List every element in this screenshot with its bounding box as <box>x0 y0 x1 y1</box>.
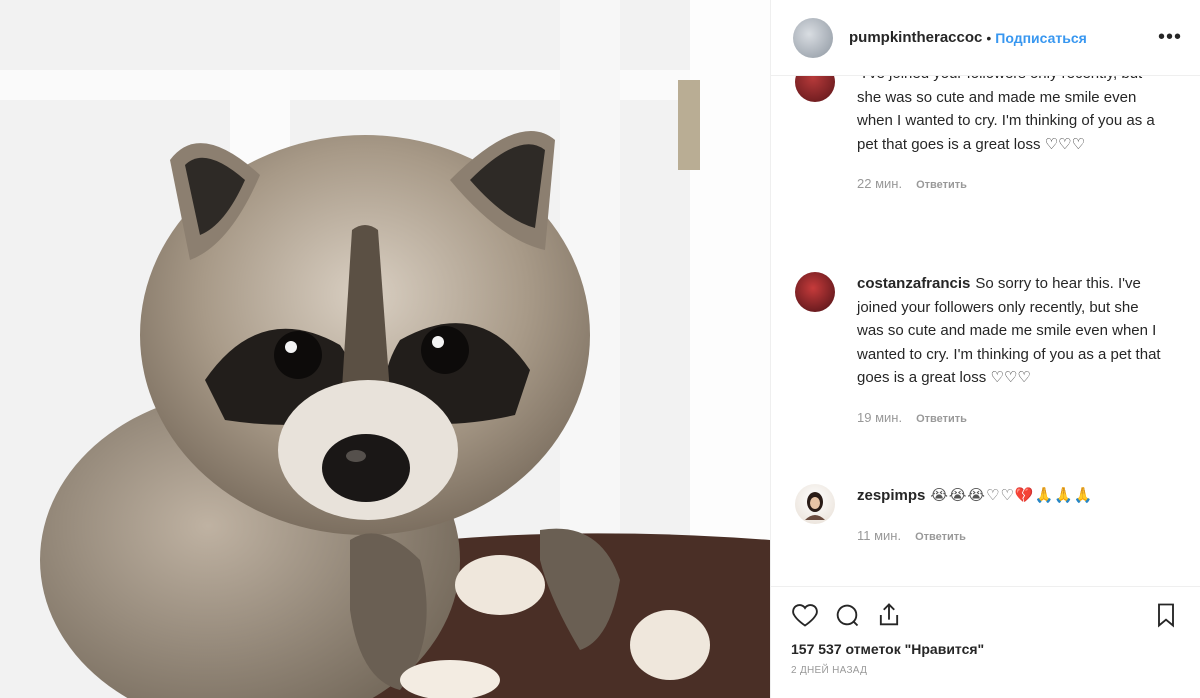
author-avatar[interactable] <box>793 17 833 58</box>
comment-text: 😭😭😭♡♡💔🙏🙏🙏 <box>930 487 1094 504</box>
comment-body: costanzafrancis So sorry to hear this. I'… <box>857 272 1167 431</box>
reply-button[interactable]: Ответить <box>916 408 967 432</box>
commenter-avatar[interactable] <box>795 272 835 312</box>
comment-body: I've joined your followers only recently… <box>857 76 1167 198</box>
post-actions: 157 537 отметок "Нравится" 2 ДНЕЙ НАЗАД <box>771 586 1200 676</box>
comment-time[interactable]: 11 мин. <box>857 524 901 548</box>
comment-item: zespimps 😭😭😭♡♡💔🙏🙏🙏 11 мин. Ответить <box>795 484 1180 549</box>
instagram-post: pumpkintheraccoc • Подписаться ••• I've … <box>0 0 1200 698</box>
raccoon-illustration <box>0 0 770 698</box>
reply-button[interactable]: Ответить <box>915 526 966 550</box>
comment-username[interactable]: costanzafrancis <box>857 275 970 292</box>
comment-item: costanzafrancis So sorry to hear this. I'… <box>795 272 1180 431</box>
heart-icon[interactable] <box>791 601 819 629</box>
header-separator: • <box>986 29 992 46</box>
comments-list[interactable]: I've joined your followers only recently… <box>771 76 1200 586</box>
author-username[interactable]: pumpkintheraccoc <box>849 29 982 46</box>
avatar-portrait-icon <box>805 492 825 520</box>
comment-meta: 22 мин. Ответить <box>857 172 1167 198</box>
reply-button[interactable]: Ответить <box>916 174 967 198</box>
comment-text: I've joined your followers only recently… <box>857 76 1155 153</box>
share-icon[interactable] <box>875 601 903 629</box>
comment-meta: 19 мин. Ответить <box>857 406 1167 432</box>
post-date[interactable]: 2 ДНЕЙ НАЗАД <box>791 665 1180 676</box>
bookmark-icon[interactable] <box>1152 601 1180 629</box>
post-sidebar: pumpkintheraccoc • Подписаться ••• I've … <box>770 0 1200 698</box>
comment-time[interactable]: 22 мин. <box>857 172 902 196</box>
comment-icon[interactable] <box>833 601 861 629</box>
post-header: pumpkintheraccoc • Подписаться ••• <box>771 0 1200 76</box>
post-photo-raccoon[interactable] <box>0 0 770 698</box>
follow-button[interactable]: Подписаться <box>995 30 1087 46</box>
likes-count[interactable]: 157 537 отметок "Нравится" <box>791 641 1180 657</box>
commenter-avatar[interactable] <box>795 484 835 524</box>
comment-body: zespimps 😭😭😭♡♡💔🙏🙏🙏 11 мин. Ответить <box>857 484 1167 549</box>
comment-meta: 11 мин. Ответить <box>857 524 1167 550</box>
comment-item: I've joined your followers only recently… <box>795 76 1180 198</box>
commenter-avatar[interactable] <box>795 76 835 102</box>
comment-time[interactable]: 19 мин. <box>857 406 902 430</box>
action-icons <box>791 595 1180 635</box>
more-options-button[interactable]: ••• <box>1158 26 1182 49</box>
comment-username[interactable]: zespimps <box>857 487 925 504</box>
